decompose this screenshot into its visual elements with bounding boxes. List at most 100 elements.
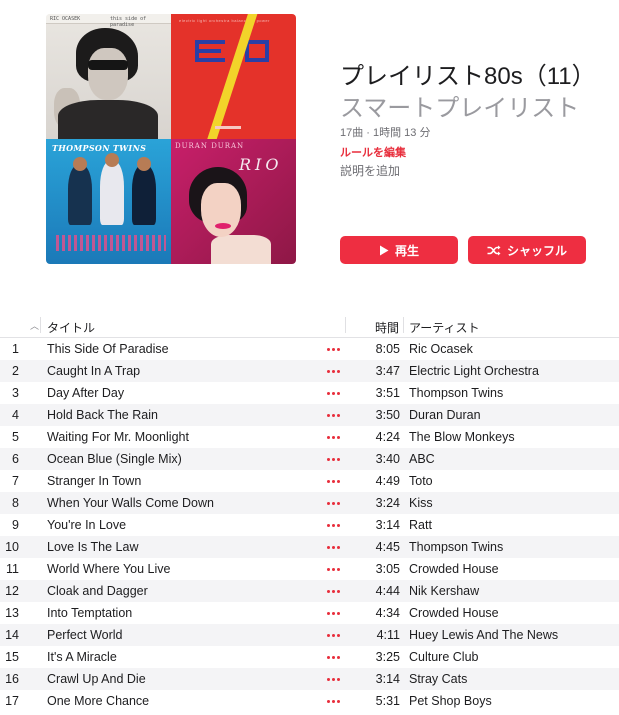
more-options-icon[interactable]	[324, 384, 342, 402]
track-title: Cloak and Dagger	[47, 584, 148, 598]
track-artist: Ratt	[409, 518, 432, 532]
table-row[interactable]: 10 Love Is The Law 4:45 Thompson Twins	[0, 536, 619, 558]
track-title: Day After Day	[47, 386, 125, 400]
more-options-icon[interactable]	[324, 670, 342, 688]
track-number: 6	[12, 452, 19, 466]
track-title: Into Temptation	[47, 606, 133, 620]
track-artist: Electric Light Orchestra	[409, 364, 539, 378]
track-title: Caught In A Trap	[47, 364, 141, 378]
track-artist: Crowded House	[409, 606, 499, 620]
track-number: 4	[12, 408, 19, 422]
table-row[interactable]: 8 When Your Walls Come Down 3:24 Kiss	[0, 492, 619, 514]
track-duration: 4:24	[375, 430, 400, 444]
track-number: 14	[5, 628, 19, 642]
duran-duran-cover: DURAN DURAN RIO	[171, 139, 296, 264]
playlist-title: プレイリスト80s（11）	[340, 63, 596, 90]
track-number: 11	[6, 562, 19, 576]
track-artist: ABC	[409, 452, 435, 466]
track-duration: 4:34	[375, 606, 400, 620]
more-options-icon[interactable]	[324, 626, 342, 644]
more-options-icon[interactable]	[324, 472, 342, 490]
table-row[interactable]: 14 Perfect World 4:11 Huey Lewis And The Ne…	[0, 624, 619, 646]
table-row[interactable]: 12 Cloak and Dagger 4:44 Nik Kershaw	[0, 580, 619, 602]
track-list: 1 This Side Of Paradise 8:05 Ric Ocasek 2 Cau…	[0, 338, 619, 712]
more-options-icon[interactable]	[324, 340, 342, 358]
more-options-icon[interactable]	[324, 362, 342, 380]
track-duration: 3:50	[375, 408, 400, 422]
track-number: 16	[5, 672, 19, 686]
track-duration: 3:40	[375, 452, 400, 466]
track-artist: Pet Shop Boys	[409, 694, 492, 708]
more-options-icon[interactable]	[324, 692, 342, 710]
playlist-subtitle: スマートプレイリスト	[340, 95, 580, 122]
table-row[interactable]: 7 Stranger In Town 4:49 Toto	[0, 470, 619, 492]
column-header-time[interactable]: 時間	[375, 319, 399, 336]
track-number: 7	[12, 474, 19, 488]
more-options-icon[interactable]	[324, 582, 342, 600]
shuffle-button[interactable]: シャッフル	[468, 236, 586, 264]
cover-text: RIC OCASEK	[50, 16, 81, 22]
track-number: 3	[12, 386, 19, 400]
track-duration: 4:45	[375, 540, 400, 554]
more-options-icon[interactable]	[324, 494, 342, 512]
track-artist: The Blow Monkeys	[409, 430, 515, 444]
track-duration: 3:51	[375, 386, 400, 400]
table-row[interactable]: 9 You're In Love 3:14 Ratt	[0, 514, 619, 536]
track-duration: 4:11	[376, 628, 400, 642]
track-artist: Ric Ocasek	[409, 342, 473, 356]
more-options-icon[interactable]	[324, 516, 342, 534]
add-description-link[interactable]: 説明を追加	[340, 162, 400, 179]
column-divider[interactable]	[345, 317, 346, 333]
table-row[interactable]: 13 Into Temptation 4:34 Crowded House	[0, 602, 619, 624]
track-artist: Stray Cats	[409, 672, 468, 686]
table-row[interactable]: 4 Hold Back The Rain 3:50 Duran Duran	[0, 404, 619, 426]
track-title: This Side Of Paradise	[47, 342, 169, 356]
track-title: Crawl Up And Die	[47, 672, 146, 686]
column-divider[interactable]	[403, 317, 404, 333]
track-title: Love Is The Law	[47, 540, 139, 554]
shuffle-button-label: シャッフル	[506, 243, 567, 258]
table-row[interactable]: 2 Caught In A Trap 3:47 Electric Light Orch…	[0, 360, 619, 382]
track-number: 5	[12, 430, 19, 444]
table-row[interactable]: 5 Waiting For Mr. Moonlight 4:24 The Blow M…	[0, 426, 619, 448]
table-row[interactable]: 6 Ocean Blue (Single Mix) 3:40 ABC	[0, 448, 619, 470]
more-options-icon[interactable]	[324, 604, 342, 622]
column-divider[interactable]	[40, 317, 41, 333]
table-row[interactable]: 16 Crawl Up And Die 3:14 Stray Cats	[0, 668, 619, 690]
cover-text: THOMPSON TWINS	[52, 143, 147, 153]
sort-ascending-icon[interactable]: ︿	[30, 319, 39, 332]
playlist-meta: 17曲 · 1時間 13 分	[340, 127, 431, 139]
track-number: 1	[12, 342, 19, 356]
track-duration: 3:47	[375, 364, 400, 378]
more-options-icon[interactable]	[324, 406, 342, 424]
track-artist: Thompson Twins	[409, 386, 504, 400]
table-row[interactable]: 17 One More Chance 5:31 Pet Shop Boys	[0, 690, 619, 712]
column-header-artist[interactable]: アーティスト	[409, 319, 480, 336]
cover-text: RIO	[239, 155, 283, 174]
column-header-title[interactable]: タイトル	[47, 319, 95, 336]
track-artist: Thompson Twins	[409, 540, 504, 554]
playlist-artwork[interactable]: RIC OCASEK this side of paradise electri…	[46, 14, 296, 264]
play-button[interactable]: 再生	[340, 236, 458, 264]
shuffle-icon	[487, 245, 501, 256]
more-options-icon[interactable]	[324, 450, 342, 468]
more-options-icon[interactable]	[324, 538, 342, 556]
track-list-header: ︿ タイトル 時間 アーティスト	[0, 313, 619, 338]
table-row[interactable]: 1 This Side Of Paradise 8:05 Ric Ocasek	[0, 338, 619, 360]
track-title: When Your Walls Come Down	[47, 496, 214, 510]
track-duration: 5:31	[375, 694, 400, 708]
cover-text: DURAN DURAN	[175, 142, 245, 150]
more-options-icon[interactable]	[324, 648, 342, 666]
track-artist: Huey Lewis And The News	[409, 628, 559, 642]
table-row[interactable]: 3 Day After Day 3:51 Thompson Twins	[0, 382, 619, 404]
more-options-icon[interactable]	[324, 428, 342, 446]
track-artist: Duran Duran	[409, 408, 481, 422]
table-row[interactable]: 15 It's A Miracle 3:25 Culture Club	[0, 646, 619, 668]
table-row[interactable]: 11 World Where You Live 3:05 Crowded House	[0, 558, 619, 580]
edit-rules-link[interactable]: ルールを編集	[340, 144, 406, 160]
track-title: Hold Back The Rain	[47, 408, 158, 422]
track-number: 17	[5, 694, 19, 708]
track-number: 10	[5, 540, 19, 554]
more-options-icon[interactable]	[324, 560, 342, 578]
track-artist: Toto	[409, 474, 433, 488]
